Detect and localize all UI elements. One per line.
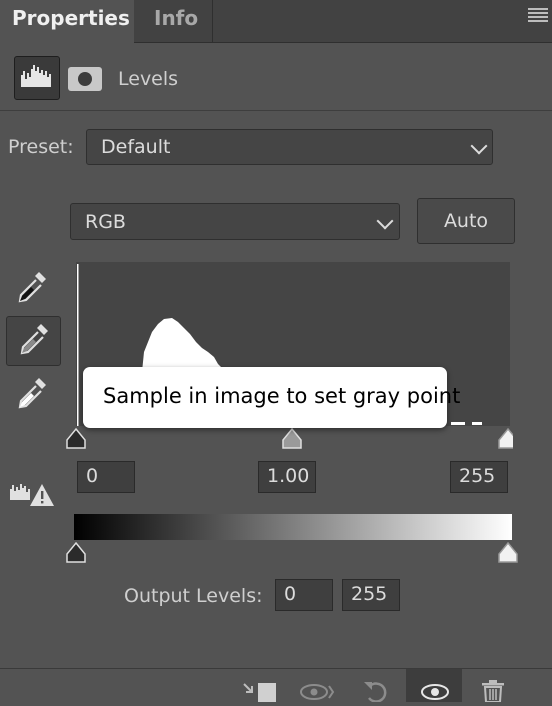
input-levels-slider[interactable]	[63, 426, 518, 452]
input-gamma-value: 1.00	[267, 465, 310, 487]
black-point-eyedropper-icon[interactable]	[12, 266, 52, 312]
output-levels-label: Output Levels:	[124, 585, 263, 607]
reset-icon[interactable]	[360, 678, 394, 703]
view-previous-state-icon[interactable]	[298, 680, 338, 702]
channel-value: RGB	[85, 211, 126, 233]
clip-to-layer-icon[interactable]	[240, 680, 280, 702]
output-levels-slider[interactable]	[63, 540, 523, 566]
layer-mask-icon[interactable]	[68, 67, 102, 91]
tab-info-label: Info	[154, 6, 199, 30]
delete-trash-icon[interactable]	[478, 678, 508, 703]
header-divider	[0, 110, 552, 111]
tab-properties-label: Properties	[12, 6, 130, 30]
adjustment-title: Levels	[118, 68, 179, 90]
output-white-field[interactable]: 255	[342, 579, 400, 611]
input-white-value: 255	[459, 465, 496, 487]
chevron-down-icon	[470, 137, 488, 155]
histogram-icon[interactable]	[14, 56, 60, 100]
tab-divider	[212, 0, 213, 42]
output-black-value: 0	[284, 583, 297, 605]
preset-dropdown[interactable]: Default	[86, 129, 493, 165]
white-point-eyedropper-icon[interactable]	[12, 372, 52, 418]
tooltip-text: Sample in image to set gray point	[103, 384, 461, 408]
tooltip: Sample in image to set gray point	[83, 367, 460, 428]
input-black-field[interactable]: 0	[77, 461, 135, 493]
output-black-field[interactable]: 0	[275, 579, 333, 611]
input-gamma-field[interactable]: 1.00	[258, 461, 316, 493]
channel-dropdown[interactable]: RGB	[70, 203, 400, 240]
auto-button[interactable]: Auto	[417, 198, 515, 244]
gray-point-eyedropper-icon[interactable]	[6, 316, 61, 366]
tab-info[interactable]: Info	[134, 0, 212, 42]
output-gradient-bar	[74, 514, 512, 540]
input-black-value: 0	[86, 465, 99, 487]
preset-label: Preset:	[8, 136, 74, 158]
preset-value: Default	[101, 136, 171, 158]
clipping-warning-icon[interactable]	[9, 480, 55, 510]
tab-properties[interactable]: Properties	[0, 0, 134, 43]
input-white-field[interactable]: 255	[450, 461, 508, 493]
panel-menu-icon[interactable]	[528, 8, 548, 22]
visibility-eye-icon[interactable]	[418, 680, 452, 702]
output-white-value: 255	[351, 583, 388, 605]
chevron-down-icon	[376, 212, 394, 230]
